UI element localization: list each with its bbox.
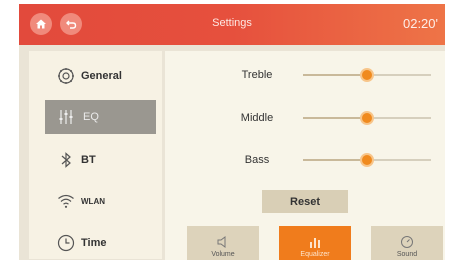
- sidebar-item-label: WLAN: [81, 196, 105, 206]
- sidebar-item-eq[interactable]: EQ: [45, 100, 156, 134]
- tab-label: Equalizer: [300, 251, 330, 258]
- page-title: Settings: [212, 17, 252, 29]
- sidebar-item-bt[interactable]: BT: [29, 143, 162, 177]
- bass-slider-fill: [303, 159, 367, 161]
- eq-sliders-icon: [57, 108, 75, 126]
- middle-slider-knob[interactable]: [360, 111, 374, 125]
- treble-slider-fill: [303, 74, 367, 76]
- sidebar-item-general[interactable]: General: [29, 59, 162, 93]
- middle-label: Middle: [240, 112, 274, 124]
- sidebar: General EQ BT WLAN Time: [29, 51, 162, 259]
- tab-label: Volume: [211, 251, 235, 258]
- speaker-icon: [217, 236, 226, 248]
- sidebar-item-wlan[interactable]: WLAN: [29, 184, 162, 218]
- sidebar-item-label: General: [81, 70, 122, 82]
- treble-row: Treble: [165, 62, 445, 88]
- gear-icon: [57, 67, 75, 85]
- bass-slider-knob[interactable]: [360, 153, 374, 167]
- tab-sound[interactable]: Sound: [371, 226, 443, 260]
- reset-button[interactable]: Reset: [262, 190, 348, 213]
- sidebar-item-label: EQ: [83, 111, 99, 123]
- treble-label: Treble: [241, 69, 273, 81]
- settings-screen: Settings 02:20' General EQ BT WLAN Time …: [19, 4, 445, 260]
- sidebar-item-time[interactable]: Time: [29, 226, 162, 260]
- eq-panel: Treble Middle Bass Reset Volume Equalize…: [165, 51, 445, 260]
- clock-icon: [57, 234, 75, 252]
- tab-equalizer[interactable]: Equalizer: [279, 226, 351, 260]
- tab-label: Sound: [396, 251, 418, 258]
- bluetooth-icon: [57, 151, 75, 169]
- sound-dial-icon: [401, 236, 413, 248]
- bottom-tabs: Volume Equalizer Sound: [187, 226, 445, 260]
- middle-row: Middle: [165, 105, 445, 131]
- middle-slider-fill: [303, 117, 367, 119]
- clock: 02:20': [402, 16, 438, 31]
- wifi-icon: [57, 192, 75, 210]
- tab-volume[interactable]: Volume: [187, 226, 259, 260]
- treble-slider-knob[interactable]: [360, 68, 374, 82]
- middle-slider[interactable]: [303, 111, 431, 125]
- equalizer-bars-icon: [310, 238, 320, 248]
- bass-slider[interactable]: [303, 153, 431, 167]
- treble-slider[interactable]: [303, 68, 431, 82]
- sidebar-item-label: Time: [81, 237, 107, 249]
- top-bar: Settings 02:20': [19, 4, 445, 45]
- bass-row: Bass: [165, 147, 445, 173]
- sidebar-item-label: BT: [81, 154, 96, 166]
- bass-label: Bass: [244, 154, 270, 166]
